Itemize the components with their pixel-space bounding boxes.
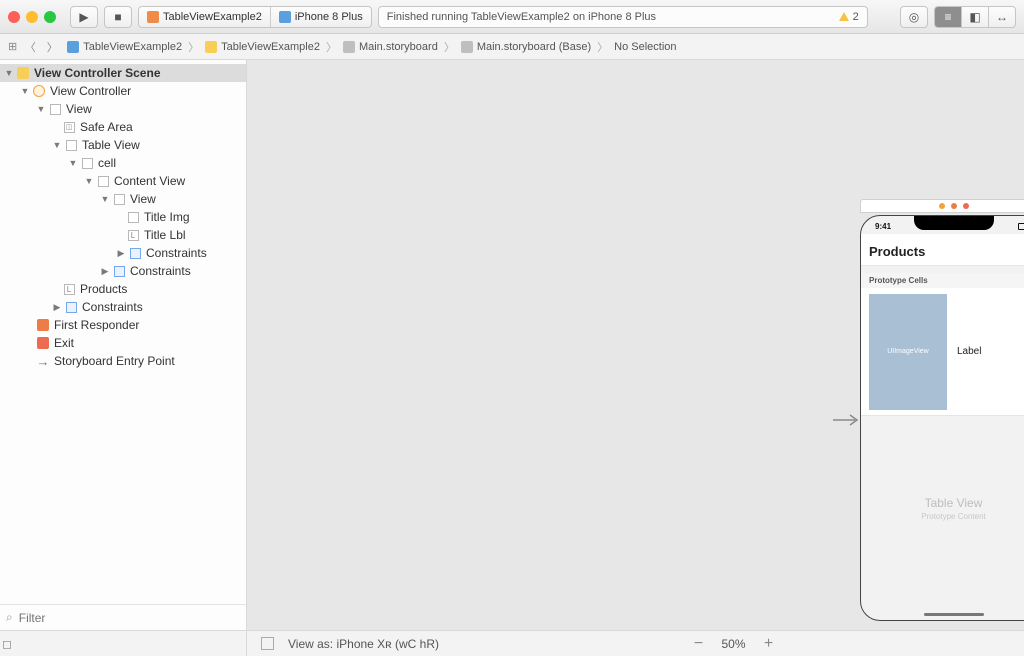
tree-content-view[interactable]: ▼Content View [0,172,246,190]
tv-placeholder-title: Table View [861,496,1024,510]
tree-title-lbl[interactable]: LTitle Lbl [0,226,246,244]
outline-tree[interactable]: ▼View Controller Scene ▼View Controller … [0,60,246,604]
outline-toggle-icon[interactable]: ◻ [2,637,12,651]
tableview-placeholder: Table View Prototype Content [861,496,1024,521]
status-text: Finished running TableViewExample2 on iP… [387,11,656,23]
filter-icon: ⌕ [6,610,13,625]
crumb-group[interactable]: TableViewExample2 [203,41,322,53]
tree-inner-view[interactable]: ▼View [0,190,246,208]
standard-editor-button[interactable]: ≡ [934,6,962,28]
version-editor-button[interactable]: ↔ [988,6,1016,28]
filter-input[interactable] [19,611,240,625]
warnings-indicator[interactable]: 2 [839,11,859,23]
warning-count: 2 [853,11,859,23]
zoom-window-icon[interactable] [44,11,56,23]
crumb-selection[interactable]: No Selection [612,41,678,53]
crumb-project[interactable]: TableViewExample2 [65,41,184,53]
crumb-storyboard-base[interactable]: Main.storyboard (Base) [459,41,593,53]
status-time: 9:41 [875,222,891,231]
tree-products-label[interactable]: LProducts [0,280,246,298]
prototype-cell[interactable]: UIImageView Label [861,288,1024,416]
device-icon [279,11,291,23]
run-button[interactable]: ▶ [70,6,98,28]
scheme-target: TableViewExample2 [163,11,262,23]
forward-button[interactable]: 〉 [43,39,61,55]
scene-dot-2-icon [951,203,957,209]
tree-constraints-1[interactable]: ▶Constraints [0,244,246,262]
folder-icon [205,41,217,53]
tree-scene[interactable]: ▼View Controller Scene [0,64,246,82]
cell-label[interactable]: Label [957,346,981,357]
warning-icon [839,12,849,21]
main-toolbar: ▶ ■ TableViewExample2 iPhone 8 Plus Fini… [0,0,1024,34]
storyboard-entry-arrow-icon[interactable] [833,413,861,427]
tree-view-controller[interactable]: ▼View Controller [0,82,246,100]
device-preview[interactable]: 9:41 Products Prototype Cells UIImageVie… [860,215,1024,621]
view-as-label[interactable]: View as: iPhone Xʀ (wC hR) [288,637,439,651]
notch-icon [914,216,994,230]
zoom-level[interactable]: 50% [722,637,746,651]
related-items-icon[interactable]: ⊞ [8,40,17,53]
tree-view[interactable]: ▼View [0,100,246,118]
close-window-icon[interactable] [8,11,20,23]
cell-imageview[interactable]: UIImageView [869,294,947,410]
nav-bar: Products [861,234,1024,266]
nav-title: Products [869,244,1024,259]
zoom-out-button[interactable]: − [690,635,708,653]
tree-constraints-2[interactable]: ▶Constraints [0,262,246,280]
scene-mini-toolbar[interactable] [860,199,1024,213]
tree-table-view[interactable]: ▼Table View [0,136,246,154]
jump-bar: ⊞ 〈 〉 TableViewExample2 〉 TableViewExamp… [0,34,1024,60]
minimize-window-icon[interactable] [26,11,38,23]
scheme-device: iPhone 8 Plus [295,11,363,23]
crumb-storyboard[interactable]: Main.storyboard [341,41,440,53]
device-config-icon[interactable] [261,637,274,650]
tree-entry-point[interactable]: →Storyboard Entry Point [0,352,246,370]
tree-title-img[interactable]: Title Img [0,208,246,226]
canvas-bottom-bar: ◻ View as: iPhone Xʀ (wC hR) − 50% + [0,630,1024,656]
tree-first-responder[interactable]: First Responder [0,316,246,334]
scene-dot-3-icon [963,203,969,209]
stop-button[interactable]: ■ [104,6,132,28]
ib-canvas[interactable]: 9:41 Products Prototype Cells UIImageVie… [247,60,1024,630]
scheme-control[interactable]: TableViewExample2 iPhone 8 Plus [138,6,372,28]
tv-placeholder-sub: Prototype Content [861,512,1024,521]
window-controls [8,11,56,23]
activity-status[interactable]: Finished running TableViewExample2 on iP… [378,6,868,28]
back-button[interactable]: 〈 [21,39,39,55]
assistant-editor-button[interactable]: ◧ [961,6,989,28]
document-outline: ▼View Controller Scene ▼View Controller … [0,60,247,630]
prototype-header: Prototype Cells [861,273,1024,289]
storyboard-base-icon [461,41,473,53]
zoom-in-button[interactable]: + [760,635,778,653]
scene-dot-1-icon [939,203,945,209]
outline-filter-bar: ⌕ [0,604,246,630]
tree-cell[interactable]: ▼cell [0,154,246,172]
home-indicator-icon [924,613,984,616]
arrow-right-icon: → [36,354,50,368]
main-area: ▼View Controller Scene ▼View Controller … [0,60,1024,630]
tree-safe-area[interactable]: ◫Safe Area [0,118,246,136]
battery-icon [1018,223,1024,230]
library-button[interactable]: ◎ [900,6,928,28]
tree-exit[interactable]: Exit [0,334,246,352]
project-icon [67,41,79,53]
editor-mode-segmented: ≡ ◧ ↔ [934,6,1016,28]
tree-constraints-3[interactable]: ▶Constraints [0,298,246,316]
storyboard-icon [343,41,355,53]
